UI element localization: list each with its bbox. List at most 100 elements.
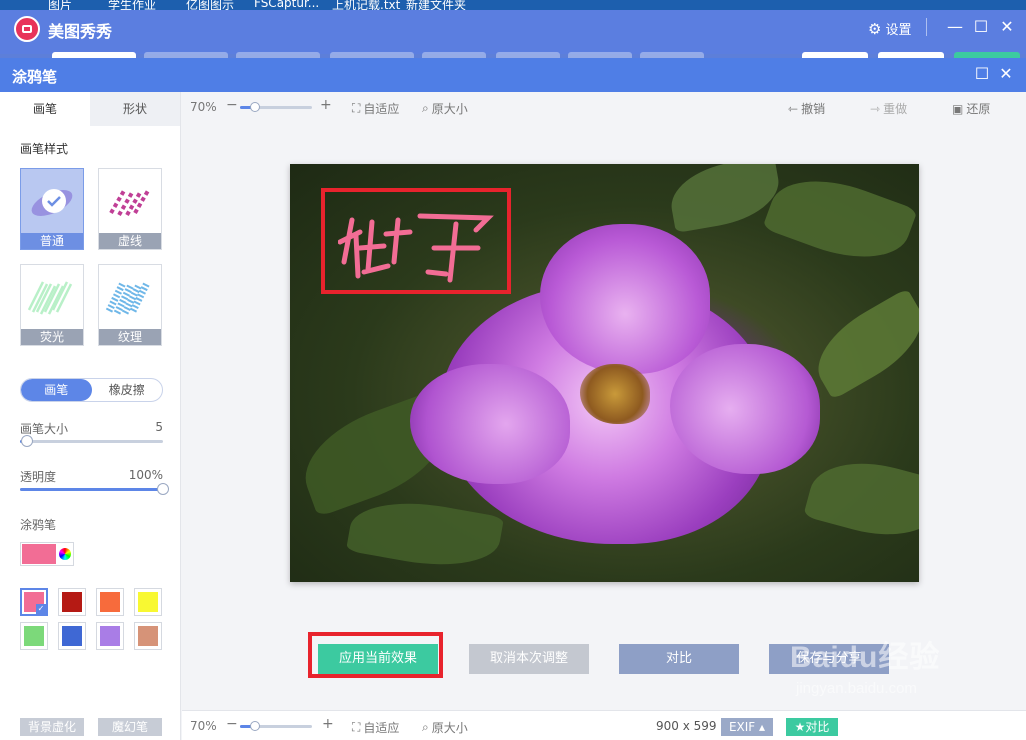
brush-size-slider: 画笔大小 5 (20, 420, 163, 447)
mode-brush[interactable]: 画笔 (21, 379, 92, 401)
color-swatch[interactable] (134, 588, 162, 616)
minimize-icon[interactable]: — (944, 16, 966, 38)
color-swatch[interactable] (20, 622, 48, 650)
tab-brush[interactable]: 画笔 (0, 92, 90, 126)
tab-shape[interactable]: 形状 (90, 92, 180, 126)
cancel-adjust-button[interactable]: 取消本次调整 (469, 644, 589, 674)
undo-button[interactable]: ⇽ 撤销 (788, 100, 825, 117)
brush-normal[interactable]: 普通 (20, 168, 84, 250)
color-swatch[interactable] (58, 588, 86, 616)
opacity-slider: 透明度 100% (20, 468, 169, 495)
settings-button[interactable]: ⚙ 设置 (868, 19, 912, 39)
zoom-in-icon[interactable]: + (320, 97, 332, 113)
zoom-level: 70% (190, 100, 217, 114)
brush-texture[interactable]: 纹理 (98, 264, 162, 346)
brush-eraser-toggle: 画笔 橡皮擦 (20, 378, 163, 402)
fit-to-window-button[interactable]: ⛶ 自适应 (352, 100, 399, 117)
brush-size-track[interactable] (20, 435, 163, 447)
color-wheel-icon[interactable] (59, 548, 71, 560)
close-icon[interactable]: ✕ (996, 16, 1018, 38)
original-size-label: 原大小 (431, 721, 468, 735)
brush-glow[interactable]: 荧光 (20, 264, 84, 346)
magic-brush-button[interactable]: 魔幻笔 (98, 718, 162, 736)
brush-size-value: 5 (155, 420, 163, 434)
desktop-item[interactable]: FSCaptur... (254, 0, 319, 10)
magnifier-icon: ⌕ (422, 720, 429, 734)
dialog-titlebar: 涂鸦笔 ☐ ✕ (0, 58, 1026, 92)
background-blur-button[interactable]: 背景虚化 (20, 718, 84, 736)
panel-tabs: 画笔 形状 (0, 92, 180, 126)
dialog-title: 涂鸦笔 (12, 68, 58, 86)
magnifier-icon: ⌕ (422, 101, 429, 115)
exif-button[interactable]: EXIF ▴ (721, 718, 773, 736)
arrow-left-icon: ⇽ (788, 101, 799, 116)
brush-texture-preview (99, 265, 161, 329)
color-swatch[interactable] (96, 622, 124, 650)
brush-glow-preview (21, 265, 83, 329)
bottom-fit-button[interactable]: ⛶ 自适应 (352, 719, 399, 736)
fit-label: 自适应 (363, 721, 400, 735)
settings-label: 设置 (885, 23, 912, 38)
brush-dashed[interactable]: 虚线 (98, 168, 162, 250)
fit-label: 自适应 (363, 102, 400, 116)
color-swatch[interactable]: ✓ (20, 588, 48, 616)
desktop-item[interactable]: 图片 (48, 0, 72, 10)
brush-size-knob[interactable] (21, 435, 34, 447)
mode-eraser[interactable]: 橡皮擦 (92, 379, 163, 401)
zoom-out-icon[interactable]: − (226, 97, 238, 113)
check-icon: ✓ (36, 604, 46, 614)
pen-color-label: 涂鸦笔 (20, 518, 57, 532)
original-size-label: 原大小 (431, 102, 468, 116)
bottom-original-size-button[interactable]: ⌕ 原大小 (422, 719, 468, 736)
compare-button[interactable]: 对比 (619, 644, 739, 674)
app-logo-icon (14, 16, 40, 42)
star-icon: ★ (794, 720, 806, 734)
brush-settings-panel: 画笔 形状 画笔样式 普通 虚线 荧光 纹理 画笔 橡皮擦 画笔大小 5 透明度… (0, 92, 181, 740)
brush-label: 虚线 (99, 233, 161, 249)
doodle-dialog: 涂鸦笔 ☐ ✕ 画笔 形状 画笔样式 普通 虚线 荧光 纹理 画笔 橡皮擦 画笔… (0, 58, 1026, 740)
bottom-zoom-in-icon[interactable]: + (322, 716, 334, 732)
opacity-fill (20, 488, 163, 491)
text-highlight-box (321, 188, 511, 294)
brush-label: 荧光 (21, 329, 83, 345)
desktop-item[interactable]: 上机记载.txt (332, 0, 400, 10)
restore-label: 还原 (966, 102, 991, 116)
desktop-taskbar-strip: 图片 学生作业 亿图图示 FSCaptur... 上机记载.txt 新建文件夹 (0, 0, 1026, 10)
brush-style-label: 画笔样式 (20, 142, 69, 156)
caret-up-icon: ▴ (759, 720, 766, 734)
image-icon: ▣ (952, 101, 964, 116)
current-color-picker[interactable] (20, 542, 74, 566)
restore-button[interactable]: ▣ 还原 (952, 100, 990, 117)
brush-dashed-preview (99, 169, 161, 233)
original-size-button[interactable]: ⌕ 原大小 (422, 100, 468, 117)
redo-label: 重做 (883, 102, 908, 116)
bottom-compare-label: 对比 (805, 720, 830, 734)
save-share-button[interactable]: 保存与分享 (769, 644, 889, 674)
bottom-zoom-slider[interactable] (240, 721, 312, 731)
color-swatch[interactable] (58, 622, 86, 650)
canvas-toolbar: 70% − + ⛶ 自适应 ⌕ 原大小 ⇽ 撤销 ⇾ 重做 ▣ 还原 (182, 92, 1026, 122)
opacity-knob[interactable] (157, 483, 169, 495)
color-swatch[interactable] (96, 588, 124, 616)
bottom-compare-button[interactable]: ★对比 (786, 718, 838, 736)
color-swatch[interactable] (134, 622, 162, 650)
status-bar: 70% − + ⛶ 自适应 ⌕ 原大小 900 x 599 EXIF ▴ ★对比 (182, 710, 1026, 740)
redo-button[interactable]: ⇾ 重做 (870, 100, 907, 117)
opacity-value: 100% (128, 468, 163, 482)
brush-normal-preview (21, 169, 83, 233)
bottom-zoom-out-icon[interactable]: − (226, 716, 238, 732)
maximize-icon[interactable]: ☐ (970, 16, 992, 38)
apply-effect-button[interactable]: 应用当前效果 (318, 644, 438, 674)
desktop-item[interactable]: 亿图图示 (186, 0, 234, 10)
app-title: 美图秀秀 (48, 22, 113, 41)
dialog-close-icon[interactable]: ✕ (996, 64, 1016, 83)
peony-photo-canvas[interactable] (290, 164, 919, 582)
opacity-track[interactable] (20, 483, 169, 495)
brush-label: 纹理 (99, 329, 161, 345)
desktop-item[interactable]: 学生作业 (108, 0, 156, 10)
app-titlebar: 美图秀秀 ⚙ 设置 — ☐ ✕ (0, 10, 1026, 54)
undo-label: 撤销 (801, 102, 826, 116)
zoom-slider[interactable] (240, 102, 312, 112)
dialog-maximize-icon[interactable]: ☐ (972, 64, 992, 83)
desktop-item[interactable]: 新建文件夹 (406, 0, 466, 10)
